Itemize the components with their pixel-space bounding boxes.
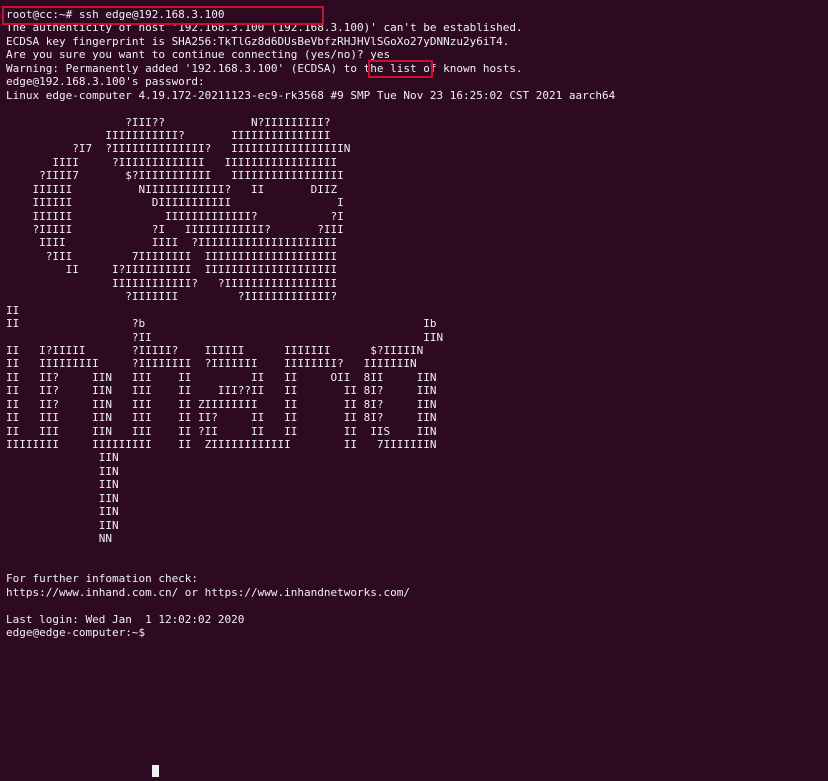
terminal-line: The authenticity of host '192.168.3.100 … bbox=[6, 21, 523, 35]
terminal-line: II II? IIN III II II II OII 8II IIN bbox=[6, 370, 437, 384]
terminal-line: ECDSA key fingerprint is SHA256:TkTlGz8d… bbox=[6, 34, 510, 48]
terminal-line: ?IIIIIII ?IIIIIIIIIIIII? bbox=[6, 290, 338, 304]
terminal-line: ?III 7IIIIIIII IIIIIIIIIIIIIIIIIIII bbox=[6, 249, 338, 263]
terminal-line: ?III?? N?IIIIIIIII? bbox=[6, 115, 331, 129]
terminal-cursor bbox=[152, 765, 159, 777]
terminal-line: II III IIN III II II? II II II 8I? IIN bbox=[6, 411, 437, 425]
terminal-line: II II? IIN III II III??II II II 8I? IIN bbox=[6, 384, 437, 398]
terminal-line: IIIIII IIIIIIIIIIIII? ?I bbox=[6, 209, 344, 223]
terminal-line: II IIIIIIIII ?IIIIIIII ?IIIIIII IIIIIIII… bbox=[6, 357, 417, 371]
terminal-line: IIIIII NIIIIIIIIIIII? II DIIZ bbox=[6, 182, 338, 196]
terminal-line: NN bbox=[6, 532, 112, 546]
terminal-output: root@cc:~# ssh edge@192.168.3.100 The aut… bbox=[6, 8, 824, 640]
terminal-line: IIIIIIIIIII? IIIIIIIIIIIIIII bbox=[6, 128, 331, 142]
terminal-line: IIN bbox=[6, 464, 119, 478]
terminal-line: II I?IIIIIIIIII IIIIIIIIIIIIIIIIIIII bbox=[6, 263, 338, 277]
terminal-line: IIN bbox=[6, 451, 119, 465]
terminal-line: edge@edge-computer:~$ bbox=[6, 626, 152, 640]
terminal-line: IIN bbox=[6, 491, 119, 505]
terminal-line: Are you sure you want to continue connec… bbox=[6, 48, 391, 62]
terminal-line: IIIIII DIIIIIIIIIII I bbox=[6, 196, 344, 210]
terminal-line: II I?IIIII ?IIIII? IIIIII IIIIIII $?IIII… bbox=[6, 343, 424, 357]
terminal-window[interactable]: root@cc:~# ssh edge@192.168.3.100 The aut… bbox=[0, 0, 828, 781]
terminal-line: ?II IIN bbox=[6, 330, 444, 344]
terminal-line: Last login: Wed Jan 1 12:02:02 2020 bbox=[6, 612, 245, 626]
terminal-line: For further infomation check: bbox=[6, 572, 199, 586]
terminal-line: IIIIIIIIIIII? ?IIIIIIIIIIIIIIIII bbox=[6, 276, 338, 290]
terminal-line: edge@192.168.3.100's password: bbox=[6, 75, 205, 89]
terminal-line: II II? IIN III II ZIIIIIIII II II 8I? II… bbox=[6, 397, 437, 411]
terminal-line: IIII ?IIIIIIIIIIIII IIIIIIIIIIIIIIIII bbox=[6, 155, 338, 169]
terminal-line: ?IIII7 $?IIIIIIIIIII IIIIIIIIIIIIIIIII bbox=[6, 169, 344, 183]
terminal-line: Linux edge-computer 4.19.172-20211123-ec… bbox=[6, 88, 616, 102]
terminal-line: ?IIIII ?I IIIIIIIIIIII? ?III bbox=[6, 223, 344, 236]
terminal-line: II III IIN III II ?II II II II IIS IIN bbox=[6, 424, 437, 438]
terminal-line: IIN bbox=[6, 505, 119, 519]
terminal-line: Warning: Permanently added '192.168.3.10… bbox=[6, 61, 523, 75]
terminal-line: IIN bbox=[6, 518, 119, 532]
terminal-line: II bbox=[6, 303, 20, 317]
terminal-line: ?I7 ?IIIIIIIIIIIIII? IIIIIIIIIIIIIIIIIN bbox=[6, 142, 351, 156]
terminal-line: IIN bbox=[6, 478, 119, 492]
terminal-line: II ?b Ib bbox=[6, 317, 437, 331]
terminal-line: IIIIIIII IIIIIIIII II ZIIIIIIIIIIII II 7… bbox=[6, 438, 437, 451]
terminal-line: https://www.inhand.com.cn/ or https://ww… bbox=[6, 585, 410, 599]
terminal-line: root@cc:~# ssh edge@192.168.3.100 bbox=[6, 8, 225, 21]
terminal-line: IIII IIII ?IIIIIIIIIIIIIIIIIIIII bbox=[6, 236, 338, 250]
